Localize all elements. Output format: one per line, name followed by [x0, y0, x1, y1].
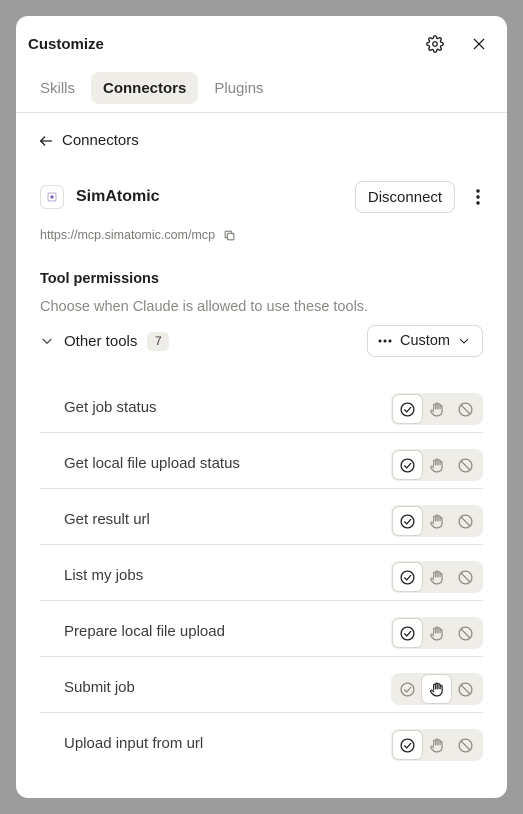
hand-icon — [428, 457, 445, 474]
back-button[interactable]: Connectors — [38, 132, 139, 149]
block-button[interactable] — [451, 563, 480, 591]
ask-button[interactable] — [422, 563, 451, 591]
close-icon — [471, 36, 487, 52]
header-divider — [16, 112, 507, 113]
hand-icon — [428, 737, 445, 754]
permission-toggle — [391, 729, 483, 761]
check-circle-icon — [399, 513, 416, 530]
permission-toggle — [391, 393, 483, 425]
ask-button[interactable] — [422, 507, 451, 535]
more-vertical-icon — [476, 189, 480, 205]
permission-toggle — [391, 673, 483, 705]
tool-name: Get local file upload status — [64, 455, 240, 472]
allow-button[interactable] — [393, 731, 422, 759]
permissions-description: Choose when Claude is allowed to use the… — [40, 299, 369, 315]
ban-icon — [457, 401, 474, 418]
connector-header: SimAtomic Disconnect — [40, 181, 483, 213]
ask-button[interactable] — [422, 451, 451, 479]
ask-button[interactable] — [422, 731, 451, 759]
customize-dialog: Customize Skills Connectors Plugins Conn… — [16, 16, 507, 798]
hand-icon — [428, 569, 445, 586]
check-circle-icon — [399, 737, 416, 754]
permission-toggle — [391, 617, 483, 649]
tool-group-toggle[interactable]: Other tools 7 — [40, 325, 170, 357]
ban-icon — [457, 737, 474, 754]
tool-row: List my jobs — [40, 545, 483, 601]
tool-row: Get result url — [40, 489, 483, 545]
connector-url: https://mcp.simatomic.com/mcp — [40, 228, 216, 242]
hand-icon — [428, 681, 445, 698]
gear-icon — [426, 35, 444, 53]
tool-name: Submit job — [64, 679, 135, 696]
tab-connectors[interactable]: Connectors — [91, 72, 199, 104]
close-button[interactable] — [465, 30, 493, 58]
arrow-left-icon — [38, 133, 54, 149]
check-circle-icon — [399, 457, 416, 474]
copy-icon[interactable] — [223, 229, 236, 242]
hand-icon — [428, 401, 445, 418]
allow-button[interactable] — [393, 451, 422, 479]
ask-button[interactable] — [422, 395, 451, 423]
tab-skills[interactable]: Skills — [28, 72, 87, 104]
tool-row: Get job status — [40, 377, 483, 433]
check-circle-icon — [399, 569, 416, 586]
block-button[interactable] — [451, 395, 480, 423]
ban-icon — [457, 457, 474, 474]
allow-button[interactable] — [393, 563, 422, 591]
chevron-down-icon — [458, 335, 470, 347]
hand-icon — [428, 625, 445, 642]
check-circle-icon — [399, 625, 416, 642]
back-label: Connectors — [62, 132, 139, 149]
settings-button[interactable] — [421, 30, 449, 58]
check-circle-icon — [399, 681, 416, 698]
more-horizontal-icon — [378, 339, 392, 343]
connector-logo — [40, 185, 64, 209]
permission-toggle — [391, 505, 483, 537]
block-button[interactable] — [451, 451, 480, 479]
permission-mode-value: Custom — [400, 333, 450, 349]
chevron-down-icon — [40, 334, 54, 348]
block-button[interactable] — [451, 731, 480, 759]
tool-count-badge: 7 — [147, 331, 170, 351]
tool-row: Get local file upload status — [40, 433, 483, 489]
tool-group-header: Other tools 7 Custom — [40, 325, 483, 357]
tool-row: Submit job — [40, 657, 483, 713]
tool-name: Prepare local file upload — [64, 623, 225, 640]
connector-name: SimAtomic — [76, 188, 160, 205]
ban-icon — [457, 625, 474, 642]
tool-name: Get result url — [64, 511, 150, 528]
tool-name: List my jobs — [64, 567, 144, 584]
permission-toggle — [391, 561, 483, 593]
tool-group-label: Other tools — [64, 332, 138, 350]
dialog-header: Customize — [16, 16, 507, 72]
connector-url-row: https://mcp.simatomic.com/mcp — [40, 228, 236, 242]
dialog-title: Customize — [28, 36, 104, 53]
disconnect-button[interactable]: Disconnect — [355, 181, 455, 213]
check-circle-icon — [399, 401, 416, 418]
ask-button[interactable] — [422, 619, 451, 647]
block-button[interactable] — [451, 619, 480, 647]
tool-list: Get job status Get local file upload sta… — [40, 377, 483, 769]
block-button[interactable] — [451, 675, 480, 703]
allow-button[interactable] — [393, 507, 422, 535]
allow-button[interactable] — [393, 619, 422, 647]
tool-row: Upload input from url — [40, 713, 483, 769]
more-options-button[interactable] — [466, 183, 490, 211]
block-button[interactable] — [451, 507, 480, 535]
permission-mode-select[interactable]: Custom — [367, 325, 483, 357]
allow-button[interactable] — [393, 395, 422, 423]
permission-toggle — [391, 449, 483, 481]
hand-icon — [428, 513, 445, 530]
ask-button[interactable] — [422, 675, 451, 703]
tool-row: Prepare local file upload — [40, 601, 483, 657]
allow-button[interactable] — [393, 675, 422, 703]
tool-name: Get job status — [64, 399, 157, 416]
tab-plugins[interactable]: Plugins — [202, 72, 275, 104]
ban-icon — [457, 681, 474, 698]
ban-icon — [457, 569, 474, 586]
ban-icon — [457, 513, 474, 530]
tab-bar: Skills Connectors Plugins — [28, 72, 276, 104]
tool-name: Upload input from url — [64, 735, 204, 752]
permissions-title: Tool permissions — [40, 271, 159, 287]
